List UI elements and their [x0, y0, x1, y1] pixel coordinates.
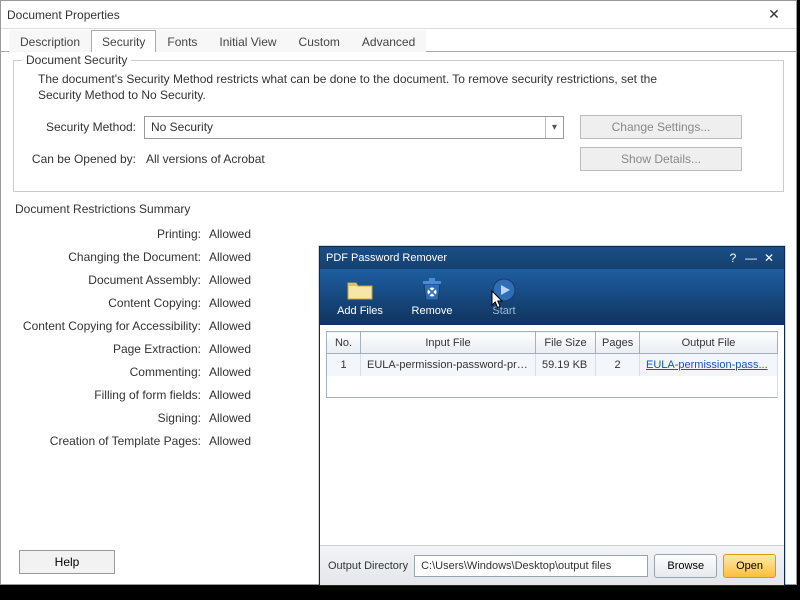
window-title: PDF Password Remover — [326, 252, 724, 264]
cell-pages: 2 — [596, 354, 640, 376]
restriction-label: Content Copying: — [13, 296, 209, 310]
opened-by-value: All versions of Acrobat — [144, 152, 564, 166]
help-icon[interactable]: ? — [724, 251, 742, 265]
table-header-row: No. Input File File Size Pages Output Fi… — [327, 332, 778, 354]
pdf-password-remover-window: PDF Password Remover ? — ✕ Add Files Rem… — [319, 246, 785, 586]
restriction-value: Allowed — [209, 434, 251, 448]
col-size[interactable]: File Size — [536, 332, 596, 354]
restriction-label: Printing: — [13, 227, 209, 241]
restrictions-title: Document Restrictions Summary — [15, 202, 784, 216]
restriction-label: Creation of Template Pages: — [13, 434, 209, 448]
file-table-area: No. Input File File Size Pages Output Fi… — [320, 325, 784, 404]
security-method-value: No Security — [145, 120, 545, 134]
restriction-label: Document Assembly: — [13, 273, 209, 287]
close-icon[interactable]: ✕ — [760, 251, 778, 265]
tab-initial-view[interactable]: Initial View — [208, 30, 287, 52]
restriction-value: Allowed — [209, 319, 251, 333]
col-no[interactable]: No. — [327, 332, 361, 354]
opened-by-row: Can be Opened by: All versions of Acroba… — [26, 147, 771, 171]
titlebar: Document Properties ✕ — [1, 1, 796, 29]
restriction-label: Changing the Document: — [13, 250, 209, 264]
restriction-value: Allowed — [209, 388, 251, 402]
cell-output: EULA-permission-pass... — [640, 354, 778, 376]
cell-no: 1 — [327, 354, 361, 376]
security-method-label: Security Method: — [26, 120, 144, 134]
tab-advanced[interactable]: Advanced — [351, 30, 426, 52]
output-directory-input[interactable] — [414, 555, 648, 577]
restriction-value: Allowed — [209, 227, 251, 241]
restriction-label: Content Copying for Accessibility: — [13, 319, 209, 333]
security-method-select[interactable]: No Security ▾ — [144, 116, 564, 139]
trash-icon — [418, 277, 446, 303]
bottom-bar: Output Directory Browse Open — [320, 545, 784, 585]
remove-button[interactable]: Remove — [408, 277, 456, 317]
tab-strip: Description Security Fonts Initial View … — [1, 29, 796, 52]
folder-icon — [346, 277, 374, 303]
table-row[interactable]: 1 EULA-permission-password-prot... 59.19… — [327, 354, 778, 376]
window-title: Document Properties — [7, 8, 758, 22]
restriction-value: Allowed — [209, 250, 251, 264]
tab-security[interactable]: Security — [91, 30, 156, 52]
restriction-value: Allowed — [209, 411, 251, 425]
toolbar: Add Files Remove Start — [320, 269, 784, 325]
change-settings-button[interactable]: Change Settings... — [580, 115, 742, 139]
tab-custom[interactable]: Custom — [288, 30, 351, 52]
show-details-button[interactable]: Show Details... — [580, 147, 742, 171]
opened-by-label: Can be Opened by: — [26, 152, 144, 166]
col-output[interactable]: Output File — [640, 332, 778, 354]
cell-size: 59.19 KB — [536, 354, 596, 376]
remove-label: Remove — [412, 305, 453, 317]
security-method-row: Security Method: No Security ▾ Change Se… — [26, 115, 771, 139]
restriction-label: Signing: — [13, 411, 209, 425]
close-icon[interactable]: ✕ — [758, 6, 790, 23]
restriction-value: Allowed — [209, 365, 251, 379]
document-security-group: Document Security The document's Securit… — [13, 60, 784, 192]
tab-description[interactable]: Description — [9, 30, 91, 52]
security-description: The document's Security Method restricts… — [38, 71, 678, 103]
cell-input: EULA-permission-password-prot... — [361, 354, 536, 376]
browse-button[interactable]: Browse — [654, 554, 717, 578]
open-button[interactable]: Open — [723, 554, 776, 578]
output-directory-label: Output Directory — [328, 560, 408, 572]
add-files-label: Add Files — [337, 305, 383, 317]
add-files-button[interactable]: Add Files — [336, 277, 384, 317]
titlebar: PDF Password Remover ? — ✕ — [320, 247, 784, 269]
minimize-icon[interactable]: — — [742, 251, 760, 265]
col-pages[interactable]: Pages — [596, 332, 640, 354]
start-button[interactable]: Start — [480, 277, 528, 317]
group-legend: Document Security — [22, 53, 131, 67]
restriction-row: Printing:Allowed — [13, 222, 784, 245]
restriction-label: Page Extraction: — [13, 342, 209, 356]
restriction-label: Commenting: — [13, 365, 209, 379]
help-button[interactable]: Help — [19, 550, 115, 574]
restriction-value: Allowed — [209, 342, 251, 356]
restriction-label: Filling of form fields: — [13, 388, 209, 402]
output-link[interactable]: EULA-permission-pass... — [646, 359, 768, 371]
chevron-down-icon: ▾ — [545, 117, 563, 138]
start-label: Start — [492, 305, 515, 317]
col-input[interactable]: Input File — [361, 332, 536, 354]
tab-fonts[interactable]: Fonts — [156, 30, 208, 52]
table-empty — [327, 376, 778, 398]
file-table: No. Input File File Size Pages Output Fi… — [326, 331, 778, 398]
restriction-value: Allowed — [209, 273, 251, 287]
play-icon — [490, 277, 518, 303]
restriction-value: Allowed — [209, 296, 251, 310]
